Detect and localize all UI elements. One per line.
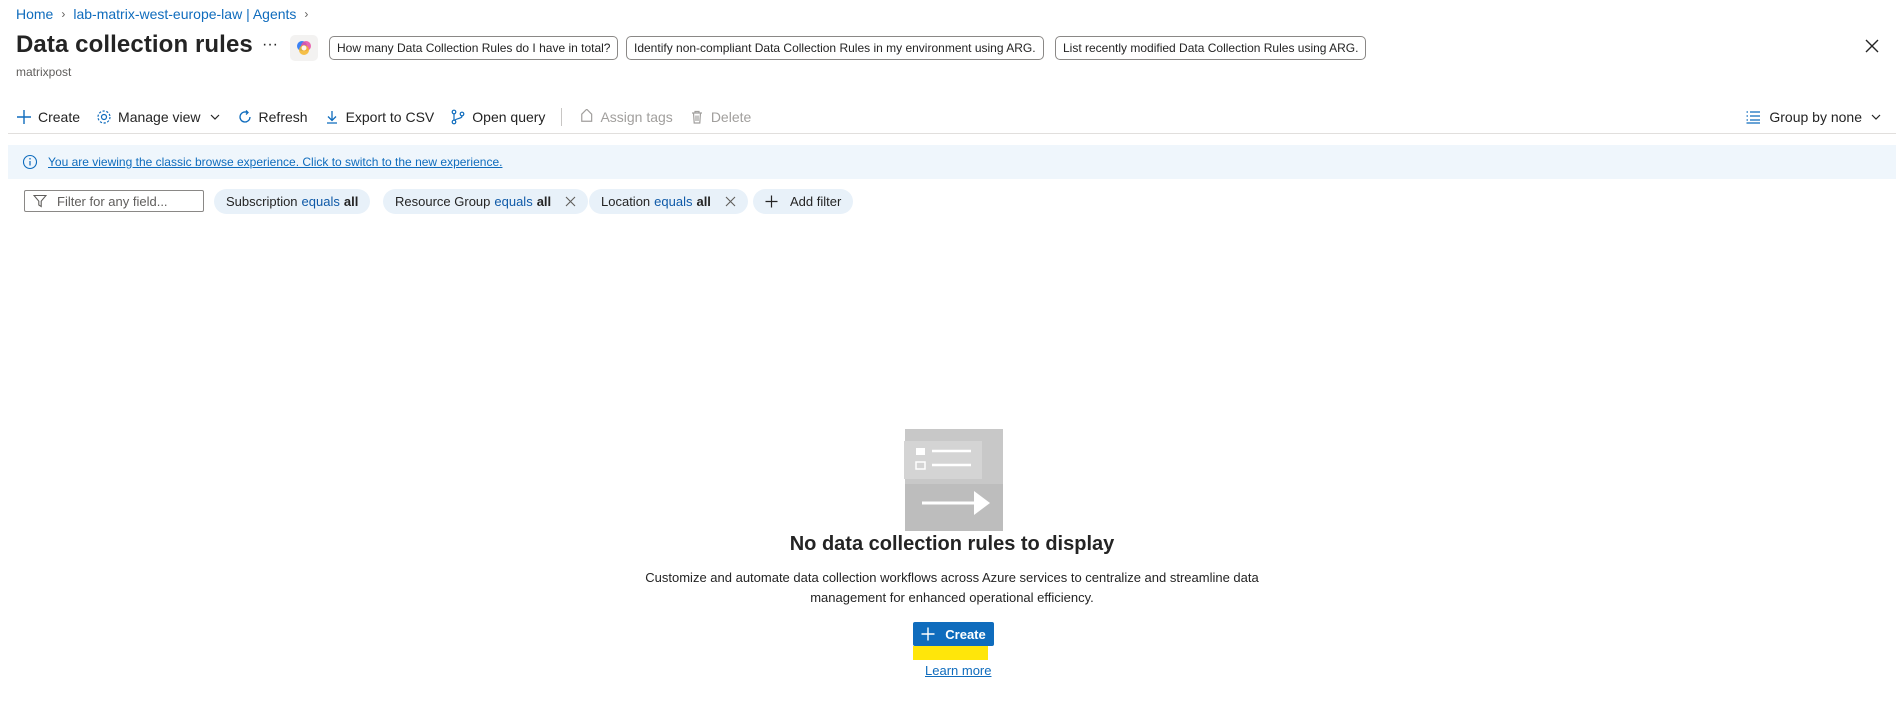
trash-icon [691,110,702,124]
list-icon [1746,111,1761,124]
plus-icon [765,195,778,208]
download-icon [326,111,337,124]
filter-pill-subscription[interactable]: Subscription equals all [214,189,371,214]
filter-pill-value: all [536,194,552,209]
delete-label: Delete [710,109,752,125]
create-button[interactable]: Create [16,109,80,125]
chevron-down-icon [1871,114,1881,120]
empty-state-description: Customize and automate data collection w… [645,570,1259,605]
open-query-button[interactable]: Open query [450,109,545,125]
suggestion-chip-noncompliant[interactable]: Identify non-compliant Data Collection R… [626,36,1044,60]
chevron-right-icon: › [304,7,309,21]
filter-pill-key: Subscription [226,194,298,209]
filter-pill-resource-group[interactable]: Resource Group equals all [383,189,589,214]
switch-experience-link[interactable]: You are viewing the classic browse exper… [48,155,502,169]
filter-pill-value: all [343,194,359,209]
filter-pill-key: Location [601,194,651,209]
refresh-icon [238,110,251,123]
empty-state-title: No data collection rules to display [789,533,1115,555]
refresh-label: Refresh [258,109,308,125]
remove-filter-icon[interactable] [565,196,576,207]
info-banner: You are viewing the classic browse exper… [8,145,1896,179]
page-subtitle: matrixpost [16,65,72,79]
copilot-icon[interactable] [290,35,318,61]
group-by-dropdown[interactable]: Group by none [1745,106,1882,128]
breadcrumb: Home › lab-matrix-west-europe-law | Agen… [16,5,316,23]
add-filter-label: Add filter [790,194,842,209]
toolbar-divider-line [8,133,1896,134]
page-title: Data collection rules [16,31,253,58]
query-branch-icon [451,109,465,125]
learn-more-link[interactable]: Learn more [925,663,991,678]
gear-icon [97,110,111,124]
plus-icon [921,627,935,641]
filter-search-input[interactable] [55,192,199,210]
toolbar-divider [561,108,563,126]
chevron-down-icon [210,114,219,120]
highlight-marker [913,646,988,660]
filter-pill-operator: equals [301,194,340,209]
more-options-button[interactable]: ··· [262,36,278,54]
remove-filter-icon[interactable] [725,196,736,207]
delete-button[interactable]: Delete [689,109,751,125]
open-query-label: Open query [472,109,546,125]
add-filter-button[interactable]: Add filter [753,189,854,214]
info-icon [22,154,38,170]
empty-state-illustration [904,429,1004,531]
filter-pill-location[interactable]: Location equals all [589,189,748,214]
export-csv-label: Export to CSV [345,109,435,125]
empty-state-create-button[interactable]: Create [913,622,994,646]
chevron-right-icon: › [61,7,66,21]
create-label: Create [38,109,81,125]
empty-state-create-label: Create [945,626,986,642]
export-csv-button[interactable]: Export to CSV [324,109,435,125]
breadcrumb-agents[interactable]: lab-matrix-west-europe-law | Agents [73,6,296,22]
plus-icon [17,110,31,124]
filter-icon [33,194,47,208]
tag-icon [581,109,593,122]
suggestion-chip-total[interactable]: How many Data Collection Rules do I have… [329,36,619,60]
manage-view-button[interactable]: Manage view [96,109,221,125]
filter-pill-key: Resource Group [395,194,491,209]
filter-pill-operator: equals [654,194,693,209]
command-bar: Create Manage view Refresh Export to CSV… [16,106,767,128]
group-by-label: Group by none [1769,109,1862,125]
filter-pill-operator: equals [494,194,533,209]
close-icon[interactable] [1862,36,1882,56]
filter-search[interactable] [24,190,204,212]
assign-tags-label: Assign tags [600,109,673,125]
filter-pill-value: all [696,194,711,209]
assign-tags-button[interactable]: Assign tags [578,109,673,125]
breadcrumb-home[interactable]: Home [16,6,53,22]
suggestion-chip-recent[interactable]: List recently modified Data Collection R… [1055,36,1367,60]
refresh-button[interactable]: Refresh [237,109,308,125]
manage-view-label: Manage view [118,109,201,125]
